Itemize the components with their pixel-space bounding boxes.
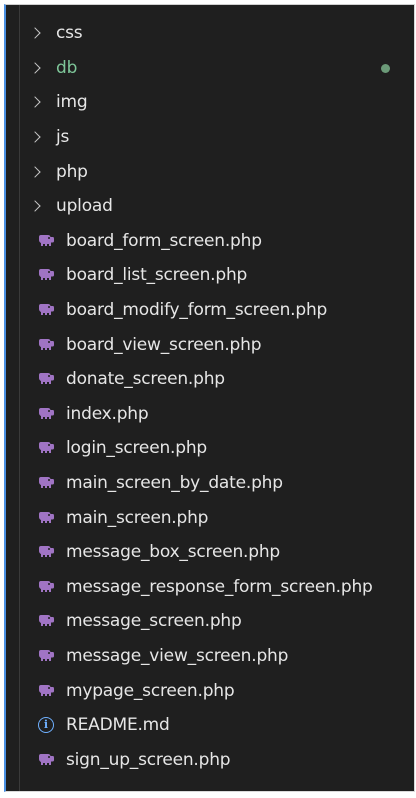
php-elephant-icon: [39, 407, 54, 419]
folder-js[interactable]: js: [6, 120, 414, 155]
file-label: message_response_form_screen.php: [66, 576, 373, 597]
file-label: board_modify_form_screen.php: [66, 300, 328, 321]
php-elephant-icon: [39, 511, 54, 523]
file-item[interactable]: main_screen_by_date.php: [6, 466, 414, 501]
chevron-right-icon: [30, 58, 46, 78]
php-elephant-icon: [39, 442, 54, 454]
php-elephant-icon: [39, 373, 54, 385]
folder-label: upload: [56, 196, 113, 217]
folder-label: img: [56, 92, 88, 113]
file-label: login_screen.php: [66, 438, 207, 459]
file-label: board_form_screen.php: [66, 230, 262, 251]
php-elephant-icon: [39, 546, 54, 558]
file-label: sign_up_screen.php: [66, 749, 231, 770]
file-label: message_view_screen.php: [66, 645, 289, 666]
info-icon: i: [38, 717, 54, 734]
file-item[interactable]: board_form_screen.php: [6, 224, 414, 259]
chevron-right-icon: [30, 23, 46, 43]
file-label: main_screen_by_date.php: [66, 473, 283, 494]
php-elephant-icon: [39, 234, 54, 246]
php-elephant-icon: [39, 304, 54, 316]
file-label: README.md: [66, 715, 170, 736]
php-elephant-icon: [39, 649, 54, 661]
file-label: main_screen.php: [66, 507, 209, 528]
php-elephant-icon: [39, 338, 54, 350]
modified-indicator-dot: [381, 63, 390, 73]
file-item[interactable]: message_screen.php: [6, 604, 414, 639]
folder-db[interactable]: db: [6, 51, 414, 86]
file-item[interactable]: board_list_screen.php: [6, 258, 414, 293]
file-explorer: css db img js php upload board_form_scre…: [4, 4, 415, 792]
file-item[interactable]: index.php: [6, 397, 414, 432]
chevron-right-icon: [30, 196, 46, 216]
php-elephant-icon: [39, 684, 54, 696]
folder-upload[interactable]: upload: [6, 189, 414, 224]
folder-php[interactable]: php: [6, 154, 414, 189]
file-item[interactable]: board_view_screen.php: [6, 327, 414, 362]
file-item[interactable]: board_modify_form_screen.php: [6, 293, 414, 328]
file-item[interactable]: message_view_screen.php: [6, 639, 414, 674]
folder-label: php: [56, 161, 88, 182]
folder-label: db: [56, 57, 78, 78]
file-label: index.php: [66, 403, 149, 424]
chevron-right-icon: [30, 162, 46, 182]
file-label: mypage_screen.php: [66, 680, 235, 701]
file-label: message_box_screen.php: [66, 542, 281, 563]
file-item[interactable]: login_screen.php: [6, 431, 414, 466]
file-item[interactable]: main_screen.php: [6, 500, 414, 535]
file-item[interactable]: message_response_form_screen.php: [6, 570, 414, 605]
file-item[interactable]: message_box_screen.php: [6, 535, 414, 570]
folder-img[interactable]: img: [6, 85, 414, 120]
php-elephant-icon: [39, 753, 54, 765]
file-label: board_list_screen.php: [66, 265, 248, 286]
file-item[interactable]: mypage_screen.php: [6, 673, 414, 708]
file-label: donate_screen.php: [66, 369, 225, 390]
folder-css[interactable]: css: [6, 16, 414, 51]
chevron-right-icon: [30, 127, 46, 147]
file-tree: css db img js php upload board_form_scre…: [6, 16, 414, 777]
file-label: board_view_screen.php: [66, 334, 262, 355]
chevron-right-icon: [30, 92, 46, 112]
php-elephant-icon: [39, 615, 54, 627]
file-item[interactable]: i README.md: [6, 708, 414, 743]
file-item[interactable]: sign_up_screen.php: [6, 742, 414, 777]
php-elephant-icon: [39, 269, 54, 281]
file-item[interactable]: donate_screen.php: [6, 362, 414, 397]
php-elephant-icon: [39, 477, 54, 489]
php-elephant-icon: [39, 580, 54, 592]
folder-label: js: [56, 127, 70, 148]
file-label: message_screen.php: [66, 611, 242, 632]
screenshot-frame: css db img js php upload board_form_scre…: [0, 0, 416, 798]
folder-label: css: [56, 23, 83, 44]
